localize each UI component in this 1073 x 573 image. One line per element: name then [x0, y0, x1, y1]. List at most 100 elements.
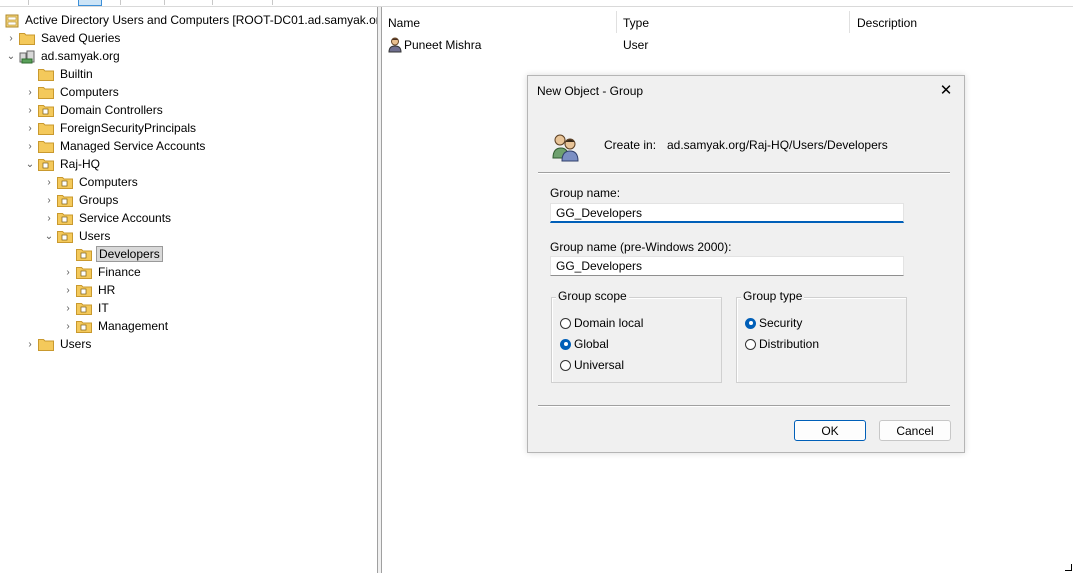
folder-icon [38, 86, 54, 99]
aduc-root-icon [5, 14, 21, 27]
pre2000-name-input[interactable] [550, 256, 904, 276]
toolbar-segment [120, 0, 165, 5]
tree-item-hr[interactable]: › HR [61, 281, 117, 299]
column-header-description[interactable]: Description [857, 13, 917, 33]
radio-dot-selected [560, 338, 571, 350]
chevron-right-icon[interactable]: › [23, 119, 37, 137]
group-scope-title: Group scope [556, 289, 629, 303]
cancel-button[interactable]: Cancel [879, 420, 951, 441]
toolbar-segment [164, 0, 213, 5]
radio-label: Distribution [759, 337, 820, 351]
tree-item-label: Developers [96, 246, 163, 262]
radio-dot [745, 338, 756, 350]
folder-icon [38, 122, 54, 135]
chevron-right-icon[interactable]: › [42, 209, 56, 227]
tree-item-finance[interactable]: › Finance [61, 263, 143, 281]
tree-item-raj-computers[interactable]: › Computers [42, 173, 140, 191]
tree-item-developers[interactable]: Developers [61, 245, 163, 263]
tree-item-service-accounts[interactable]: › Service Accounts [42, 209, 173, 227]
radio-label: Domain local [574, 316, 644, 330]
column-header-name[interactable]: Name [388, 13, 420, 33]
ou-folder-icon [76, 266, 92, 279]
tree-item-label: Service Accounts [79, 211, 172, 225]
chevron-down-icon[interactable]: ⌄ [42, 227, 56, 245]
chevron-down-icon[interactable]: ⌄ [23, 155, 37, 173]
tree-item-builtin[interactable]: Builtin [23, 65, 95, 83]
radio-label: Universal [574, 358, 625, 372]
chevron-down-icon[interactable]: ⌄ [4, 47, 18, 65]
console-tree: Active Directory Users and Computers [RO… [0, 7, 378, 573]
chevron-right-icon[interactable]: › [23, 137, 37, 155]
tree-item-management[interactable]: › Management [61, 317, 170, 335]
type-security-radio[interactable]: Security [745, 316, 802, 330]
scope-domain-local-radio[interactable]: Domain local [560, 316, 643, 330]
tree-item-groups[interactable]: › Groups [42, 191, 120, 209]
column-divider[interactable] [849, 11, 850, 33]
close-icon[interactable]: ✕ [938, 82, 954, 99]
radio-dot-selected [745, 317, 756, 329]
tree-root[interactable]: Active Directory Users and Computers [RO… [4, 11, 378, 29]
toolbar-segment [0, 0, 29, 5]
create-in-label: Create in: [604, 138, 657, 152]
column-header-type[interactable]: Type [623, 13, 649, 33]
chevron-right-icon[interactable]: › [61, 299, 75, 317]
chevron-right-icon[interactable]: › [4, 29, 18, 47]
chevron-right-icon[interactable]: › [23, 335, 37, 353]
group-name-label: Group name: [550, 186, 621, 200]
group-name-input[interactable] [550, 203, 904, 223]
folder-icon [38, 338, 54, 351]
group-type-title: Group type [741, 289, 805, 303]
tree-item-users[interactable]: › Users [23, 335, 93, 353]
resize-grip[interactable] [1065, 564, 1072, 571]
tree-item-managed-service-accounts[interactable]: › Managed Service Accounts [23, 137, 207, 155]
tree-item-label: Management [98, 319, 169, 333]
tree-item-label: Groups [79, 193, 119, 207]
user-icon [388, 37, 402, 53]
radio-dot [560, 317, 571, 329]
ou-folder-icon [57, 230, 73, 243]
chevron-right-icon[interactable]: › [23, 83, 37, 101]
tree-item-domain[interactable]: ⌄ ad.samyak.org [4, 47, 122, 65]
tree-root-label: Active Directory Users and Computers [RO… [25, 13, 378, 27]
divider [538, 405, 950, 407]
tree-item-foreign-security-principals[interactable]: › ForeignSecurityPrincipals [23, 119, 198, 137]
chevron-right-icon[interactable]: › [23, 101, 37, 119]
tree-item-label: Raj-HQ [60, 157, 101, 171]
ou-folder-icon [57, 176, 73, 189]
group-type-box: Group type Security Distribution [736, 289, 907, 383]
ou-folder-icon [57, 194, 73, 207]
tree-item-raj-users[interactable]: ⌄ Users [42, 227, 112, 245]
ou-folder-icon [76, 284, 92, 297]
tree-item-it[interactable]: › IT [61, 299, 111, 317]
divider [538, 172, 950, 174]
toolbar-segment [212, 0, 273, 5]
chevron-right-icon[interactable]: › [42, 191, 56, 209]
tree-item-raj-hq[interactable]: ⌄ Raj-HQ [23, 155, 102, 173]
column-divider[interactable] [616, 11, 617, 33]
tree-item-label: Computers [60, 85, 119, 99]
chevron-right-icon[interactable]: › [42, 173, 56, 191]
tree-item-label: Users [60, 337, 92, 351]
tree-item-label: Computers [79, 175, 138, 189]
ou-folder-icon [38, 158, 54, 171]
type-distribution-radio[interactable]: Distribution [745, 337, 819, 351]
new-group-dialog: New Object - Group ✕ Create in: ad.samya… [527, 75, 965, 453]
ok-button[interactable]: OK [794, 420, 866, 441]
tree-item-label: Finance [98, 265, 141, 279]
scope-global-radio[interactable]: Global [560, 337, 609, 351]
list-item[interactable]: Puneet Mishra [388, 36, 481, 54]
group-icon [550, 132, 582, 162]
chevron-right-icon[interactable]: › [61, 281, 75, 299]
ou-folder-icon [38, 104, 54, 117]
tree-item-domain-controllers[interactable]: › Domain Controllers [23, 101, 165, 119]
chevron-right-icon[interactable]: › [61, 263, 75, 281]
folder-icon [38, 68, 54, 81]
tree-item-computers[interactable]: › Computers [23, 83, 121, 101]
toolbar-segment [100, 0, 121, 5]
list-item-name: Puneet Mishra [404, 38, 482, 52]
chevron-right-icon[interactable]: › [61, 317, 75, 335]
scope-universal-radio[interactable]: Universal [560, 358, 624, 372]
tree-item-saved-queries[interactable]: › Saved Queries [4, 29, 122, 47]
tree-item-label: Users [79, 229, 111, 243]
tree-item-label: ad.samyak.org [41, 49, 120, 63]
